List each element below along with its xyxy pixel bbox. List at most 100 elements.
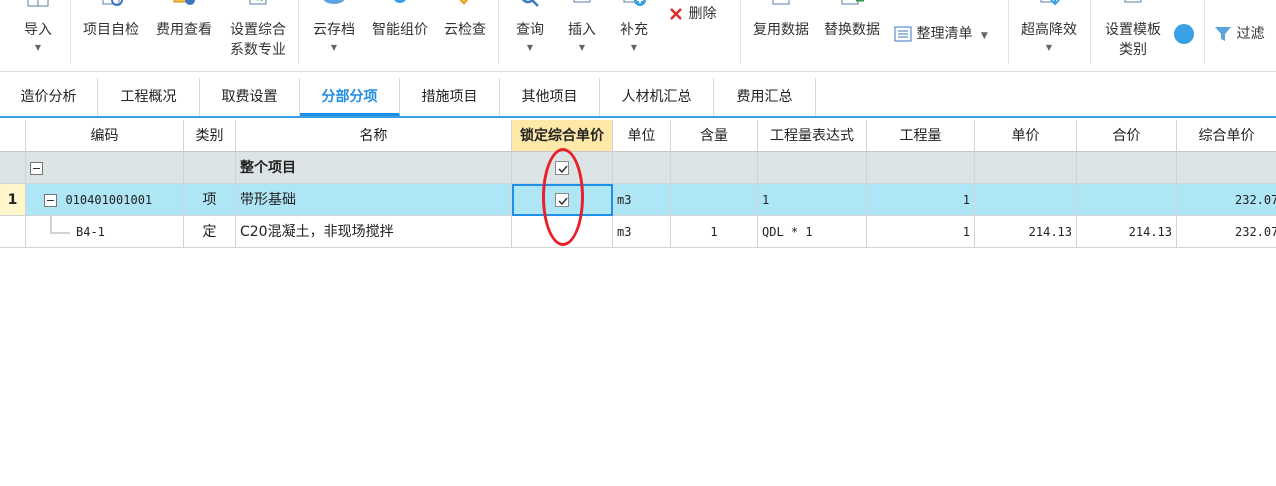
content-cell[interactable]: [671, 152, 758, 184]
fee-view-button[interactable]: 费用查看: [150, 0, 218, 71]
unit-price-cell[interactable]: [975, 152, 1077, 184]
code-cell[interactable]: B4-1: [26, 216, 184, 248]
type-cell[interactable]: 项: [184, 184, 236, 216]
chevron-down-icon: ▼: [630, 43, 638, 52]
table-header: 编码 类别 名称 锁定综合单价 单位 含量 工程量表达式 工程量 单价 合价 综…: [0, 120, 1276, 152]
unit-cell[interactable]: m3: [613, 216, 671, 248]
filter-icon: [1215, 27, 1231, 41]
code-cell: [26, 152, 184, 184]
type-cell[interactable]: 定: [184, 216, 236, 248]
organize-list-button[interactable]: 整理清单 ▼: [894, 24, 988, 46]
comprehensive-price-cell[interactable]: 232.07: [1177, 184, 1276, 216]
tab-labor-material-summary[interactable]: 人材机汇总: [600, 78, 714, 116]
comprehensive-price-cell[interactable]: [1177, 152, 1276, 184]
code-cell[interactable]: 010401001001: [26, 184, 184, 216]
chevron-down-icon: ▼: [980, 31, 988, 41]
header-quantity[interactable]: 工程量: [867, 120, 975, 152]
query-button[interactable]: 查询 ▼: [506, 0, 554, 71]
header-type[interactable]: 类别: [184, 120, 236, 152]
content-cell[interactable]: [671, 184, 758, 216]
header-unit[interactable]: 单位: [613, 120, 671, 152]
header-name[interactable]: 名称: [236, 120, 512, 152]
row-number-cell[interactable]: 1: [0, 184, 26, 216]
tab-fee-settings[interactable]: 取费设置: [200, 78, 300, 116]
name-cell[interactable]: C20混凝土，非现场搅拌: [236, 216, 512, 248]
code-text: 010401001001: [65, 193, 153, 207]
import-button[interactable]: 导入 ▼: [16, 0, 60, 71]
row-number-cell[interactable]: [0, 216, 26, 248]
lock-price-checkbox[interactable]: [555, 161, 569, 175]
insert-button[interactable]: 插入 ▼: [558, 0, 606, 71]
type-cell: [184, 152, 236, 184]
search-icon: [521, 0, 539, 7]
header-code[interactable]: 编码: [26, 120, 184, 152]
cloud-check-icon: [459, 0, 469, 5]
template-icon: [1124, 0, 1142, 3]
unit-cell[interactable]: m3: [613, 184, 671, 216]
total-cell[interactable]: 214.13: [1077, 216, 1177, 248]
reuse-icon: [772, 0, 790, 5]
collapse-icon[interactable]: [44, 193, 57, 207]
total-cell[interactable]: [1077, 152, 1177, 184]
name-cell[interactable]: 带形基础: [236, 184, 512, 216]
replace-data-button[interactable]: 替换数据: [818, 0, 886, 71]
list-icon: [894, 26, 912, 42]
tab-bar: 造价分析 工程概况 取费设置 分部分项 措施项目 其他项目 人材机汇总 费用汇总: [0, 78, 1276, 118]
lock-price-cell[interactable]: [512, 184, 613, 216]
fee-icon: [173, 0, 195, 5]
unit-price-cell[interactable]: [975, 184, 1077, 216]
expression-cell[interactable]: 1: [758, 184, 867, 216]
quantity-cell[interactable]: [867, 152, 975, 184]
expression-cell[interactable]: QDL * 1: [758, 216, 867, 248]
tab-project-overview[interactable]: 工程概况: [98, 78, 200, 116]
coefficient-icon: %: [249, 0, 267, 5]
tab-cost-analysis[interactable]: 造价分析: [0, 78, 98, 116]
row-number-cell[interactable]: [0, 152, 26, 184]
lock-price-checkbox[interactable]: [555, 193, 569, 207]
height-reduce-button[interactable]: 超高降效 ▼: [1014, 0, 1084, 71]
header-comprehensive-price[interactable]: 综合单价: [1177, 120, 1276, 152]
cloud-store-button[interactable]: 云存档 ▼: [306, 0, 362, 71]
name-cell[interactable]: 整个项目: [236, 152, 512, 184]
checkmark-icon: [558, 197, 568, 206]
supplement-button[interactable]: 补充 ▼: [610, 0, 658, 71]
tab-measures[interactable]: 措施项目: [400, 78, 500, 116]
unit-cell[interactable]: [613, 152, 671, 184]
table-row[interactable]: B4-1 定 C20混凝土，非现场搅拌 m3 1 QDL * 1 1 214.1…: [0, 216, 1276, 248]
table-row[interactable]: 整个项目: [0, 152, 1276, 184]
unit-price-cell[interactable]: 214.13: [975, 216, 1077, 248]
set-template-button[interactable]: 设置模板 类别: [1098, 0, 1168, 71]
header-unit-price[interactable]: 单价: [975, 120, 1077, 152]
header-lock-price[interactable]: 锁定综合单价: [512, 120, 613, 152]
delete-button[interactable]: 删除: [668, 4, 716, 24]
corner-cell[interactable]: [0, 120, 26, 152]
collapse-icon[interactable]: [30, 161, 43, 175]
lock-price-cell[interactable]: [512, 216, 613, 248]
tab-sub-items[interactable]: 分部分项: [300, 78, 400, 116]
set-coefficient-button[interactable]: % 设置综合 系数专业: [224, 0, 292, 71]
insert-icon: [573, 0, 591, 3]
cloud-check-button[interactable]: 云检查: [438, 0, 492, 71]
help-icon[interactable]: [1174, 24, 1194, 44]
separator: [1008, 0, 1009, 64]
header-content[interactable]: 含量: [671, 120, 758, 152]
lock-price-cell[interactable]: [512, 152, 613, 184]
filter-button[interactable]: 过滤: [1214, 24, 1264, 44]
self-check-button[interactable]: 项目自检: [78, 0, 144, 71]
comprehensive-price-cell[interactable]: 232.07: [1177, 216, 1276, 248]
smart-price-button[interactable]: 智能组价: [366, 0, 434, 71]
expression-cell[interactable]: [758, 152, 867, 184]
quantity-cell[interactable]: 1: [867, 216, 975, 248]
smart-price-icon: [394, 0, 406, 3]
svg-text:%: %: [255, 0, 264, 4]
header-total[interactable]: 合价: [1077, 120, 1177, 152]
content-cell[interactable]: 1: [671, 216, 758, 248]
header-expression[interactable]: 工程量表达式: [758, 120, 867, 152]
reuse-data-button[interactable]: 复用数据: [748, 0, 814, 71]
tab-cost-summary[interactable]: 费用汇总: [714, 78, 816, 116]
table-row[interactable]: 1 010401001001 项 带形基础 m3 1 1 232.07: [0, 184, 1276, 216]
total-cell[interactable]: [1077, 184, 1177, 216]
quantity-cell[interactable]: 1: [867, 184, 975, 216]
height-icon: [1040, 0, 1060, 6]
tab-other-items[interactable]: 其他项目: [500, 78, 600, 116]
